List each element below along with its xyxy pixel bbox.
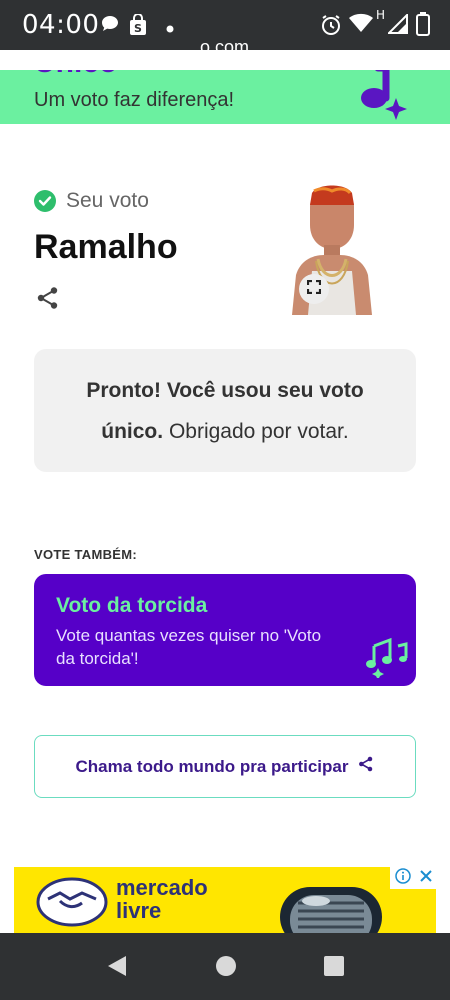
invite-label: Chama todo mundo pra participar [75, 756, 349, 776]
header-banner: Único Um voto faz diferença! [0, 70, 450, 124]
wifi-icon [348, 12, 374, 39]
ad-banner[interactable]: mercado livre [14, 867, 436, 933]
confirmation-regular-text: Obrigado por votar. [163, 420, 349, 443]
ad-brand-line2: livre [116, 898, 162, 923]
url-text[interactable]: o.com [200, 37, 249, 58]
confirmation-line-2: único. Obrigado por votar. [34, 411, 416, 452]
ad-controls [390, 867, 436, 889]
torcida-description: Vote quantas vezes quiser no 'Voto da to… [56, 626, 322, 668]
ad-brand-line1: mercado [116, 875, 208, 900]
candidate-name: Ramalho [34, 228, 178, 266]
navigation-bar [0, 933, 450, 1000]
invite-everyone-button[interactable]: Chama todo mundo pra participar [34, 735, 416, 798]
confirmation-bold-text-2: único. [101, 420, 164, 443]
confirmation-bold-text: Pronto! Você usou seu voto [86, 379, 364, 402]
voted-label: Seu voto [66, 189, 149, 212]
signal-icon [386, 12, 408, 39]
microphone-image-icon [276, 879, 386, 933]
ad-close-icon[interactable] [419, 869, 432, 887]
banner-title: Único [34, 70, 117, 80]
svg-text:S: S [134, 22, 142, 35]
recents-icon[interactable] [323, 954, 345, 983]
voted-status: Seu voto [34, 186, 149, 216]
home-icon[interactable] [215, 954, 237, 983]
ad-info-icon[interactable] [394, 867, 411, 889]
store-icon: S [128, 13, 148, 41]
status-time: 04:00 [22, 10, 100, 40]
network-type-label: H [376, 8, 386, 22]
expand-photo-button[interactable] [299, 274, 329, 304]
banner-subtitle: Um voto faz diferença! [34, 89, 235, 111]
expand-icon [306, 279, 322, 299]
voto-da-torcida-card[interactable]: Voto da torcida Vote quantas vezes quise… [34, 574, 416, 686]
torcida-title: Voto da torcida [56, 594, 208, 617]
chat-icon [100, 14, 120, 39]
music-note-icon [350, 70, 410, 124]
battery-icon [416, 12, 430, 41]
share-icon [358, 756, 374, 777]
check-circle-icon [34, 190, 56, 212]
mercado-livre-logo-icon [36, 877, 108, 932]
confirmation-card: Pronto! Você usou seu voto único. Obriga… [34, 349, 416, 472]
music-notes-icon [364, 634, 410, 683]
alarm-icon [320, 14, 342, 41]
ad-brand-text: mercado livre [116, 876, 208, 922]
also-vote-label: VOTE TAMBÉM: [34, 547, 138, 562]
back-icon[interactable] [106, 954, 128, 983]
share-icon[interactable] [36, 286, 60, 315]
status-bar: 04:00 S H o.com [0, 0, 450, 57]
dot-icon [166, 20, 174, 38]
